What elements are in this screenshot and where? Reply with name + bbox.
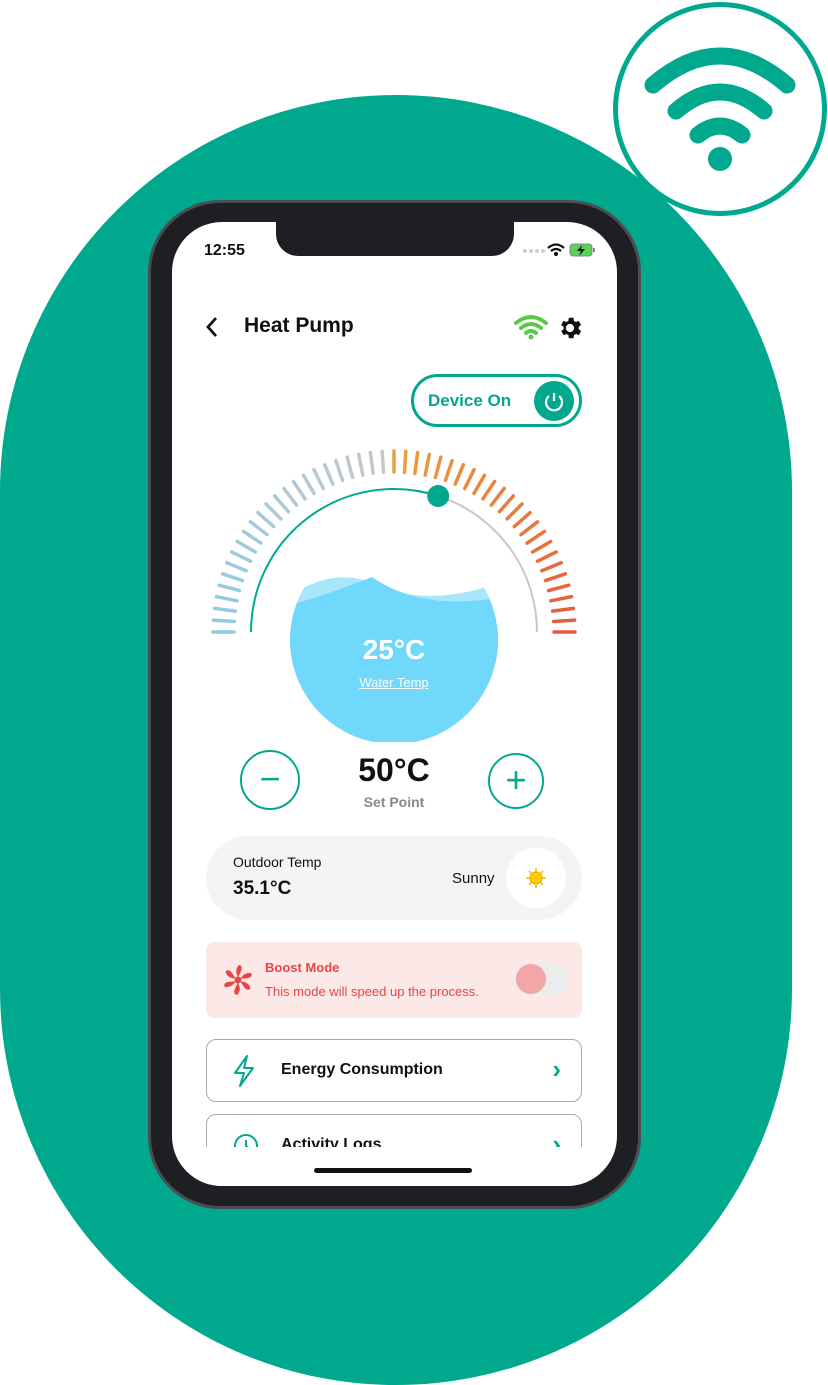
gauge-tick	[256, 510, 276, 529]
app-screen: 12:55 Heat Pump Device On 25°C Water Tem…	[172, 222, 617, 1186]
gauge-tick	[225, 560, 248, 573]
status-time: 12:55	[204, 242, 245, 259]
gauge-tick	[489, 486, 506, 507]
gauge-tick	[472, 473, 487, 496]
outdoor-temp-card: Outdoor Temp 35.1°C Sunny	[206, 836, 582, 920]
device-status-label: Device On	[428, 391, 512, 410]
notch	[276, 222, 514, 256]
boost-title: Boost Mode	[265, 960, 340, 975]
gauge-tick	[433, 455, 443, 480]
gauge-tick	[463, 467, 476, 491]
boost-mode-card: Boost Mode This mode will speed up the p…	[206, 942, 582, 1018]
gauge-tick	[214, 594, 239, 603]
gauge-tick	[481, 479, 497, 501]
device-power-toggle[interactable]: Device On	[411, 374, 582, 427]
gauge-tick	[535, 550, 559, 563]
outdoor-temp-label: Outdoor Temp	[233, 854, 322, 870]
gauge-tick	[497, 494, 516, 514]
sun-icon	[506, 848, 566, 908]
gauge-tick	[312, 467, 325, 491]
gauge-tick	[546, 583, 571, 593]
boost-toggle[interactable]	[514, 963, 568, 995]
lightning-icon	[234, 1055, 254, 1087]
gauge-tick	[413, 450, 420, 476]
weather-condition: Sunny	[452, 870, 495, 887]
gauge-tick	[291, 479, 307, 501]
set-point-value: 50°C	[358, 752, 430, 788]
wifi-badge	[613, 2, 827, 216]
outdoor-temp-value: 35.1°C	[233, 878, 292, 899]
gauge-tick	[549, 594, 574, 603]
gauge-tick	[505, 502, 524, 521]
increase-button[interactable]: +	[488, 753, 544, 809]
gauge-tick	[220, 572, 245, 583]
gear-icon[interactable]	[556, 314, 584, 342]
gauge-tick	[443, 458, 454, 483]
gauge-tick	[525, 529, 547, 545]
gauge-tick	[334, 458, 345, 483]
back-icon[interactable]	[204, 316, 220, 338]
gauge-tick	[402, 449, 408, 475]
page-title: Heat Pump	[244, 314, 354, 337]
decrease-button[interactable]: −	[240, 750, 300, 810]
water-temp-label[interactable]: Water Temp	[294, 675, 494, 690]
menu-label: Energy Consumption	[281, 1061, 443, 1078]
gauge-tick	[248, 520, 269, 537]
gauge-tick	[301, 473, 316, 496]
gauge-tick	[322, 463, 335, 486]
wifi-icon[interactable]	[513, 314, 549, 340]
gauge-tick	[530, 539, 553, 554]
gauge-tick	[264, 502, 283, 521]
gauge-tick	[551, 618, 577, 624]
gauge-tick	[453, 463, 466, 486]
gauge-tick	[543, 572, 568, 583]
gauge-tick	[345, 455, 355, 480]
wifi-icon	[644, 47, 796, 171]
gauge-tick	[423, 452, 432, 477]
gauge-tick	[550, 606, 576, 613]
gauge-tick	[272, 494, 291, 514]
set-point-label: Set Point	[363, 794, 425, 810]
gauge-tick	[241, 529, 263, 545]
gauge-tick	[217, 583, 242, 593]
gauge-tick	[519, 520, 540, 537]
gauge-tick	[211, 618, 237, 624]
menu-energy-consumption[interactable]: Energy Consumption ›	[206, 1039, 582, 1102]
boost-description: This mode will speed up the process.	[265, 984, 479, 999]
gauge-tick	[368, 450, 375, 476]
fan-icon	[223, 965, 253, 995]
gauge-tick	[235, 539, 258, 554]
gauge-tick	[356, 452, 365, 477]
gauge-tick	[212, 606, 238, 613]
gauge-tick	[512, 510, 532, 529]
gauge-tick	[282, 486, 299, 507]
status-icons	[523, 243, 595, 257]
gauge-tick	[540, 560, 563, 573]
home-indicator[interactable]	[314, 1168, 472, 1173]
temperature-gauge[interactable]	[172, 442, 617, 742]
power-icon	[534, 381, 574, 421]
chevron-right-icon: ›	[552, 1054, 561, 1084]
water-temp-value: 25°C	[362, 634, 426, 665]
gauge-tick	[229, 550, 253, 563]
gauge-tick	[380, 449, 386, 475]
gauge-knob[interactable]	[427, 484, 450, 507]
